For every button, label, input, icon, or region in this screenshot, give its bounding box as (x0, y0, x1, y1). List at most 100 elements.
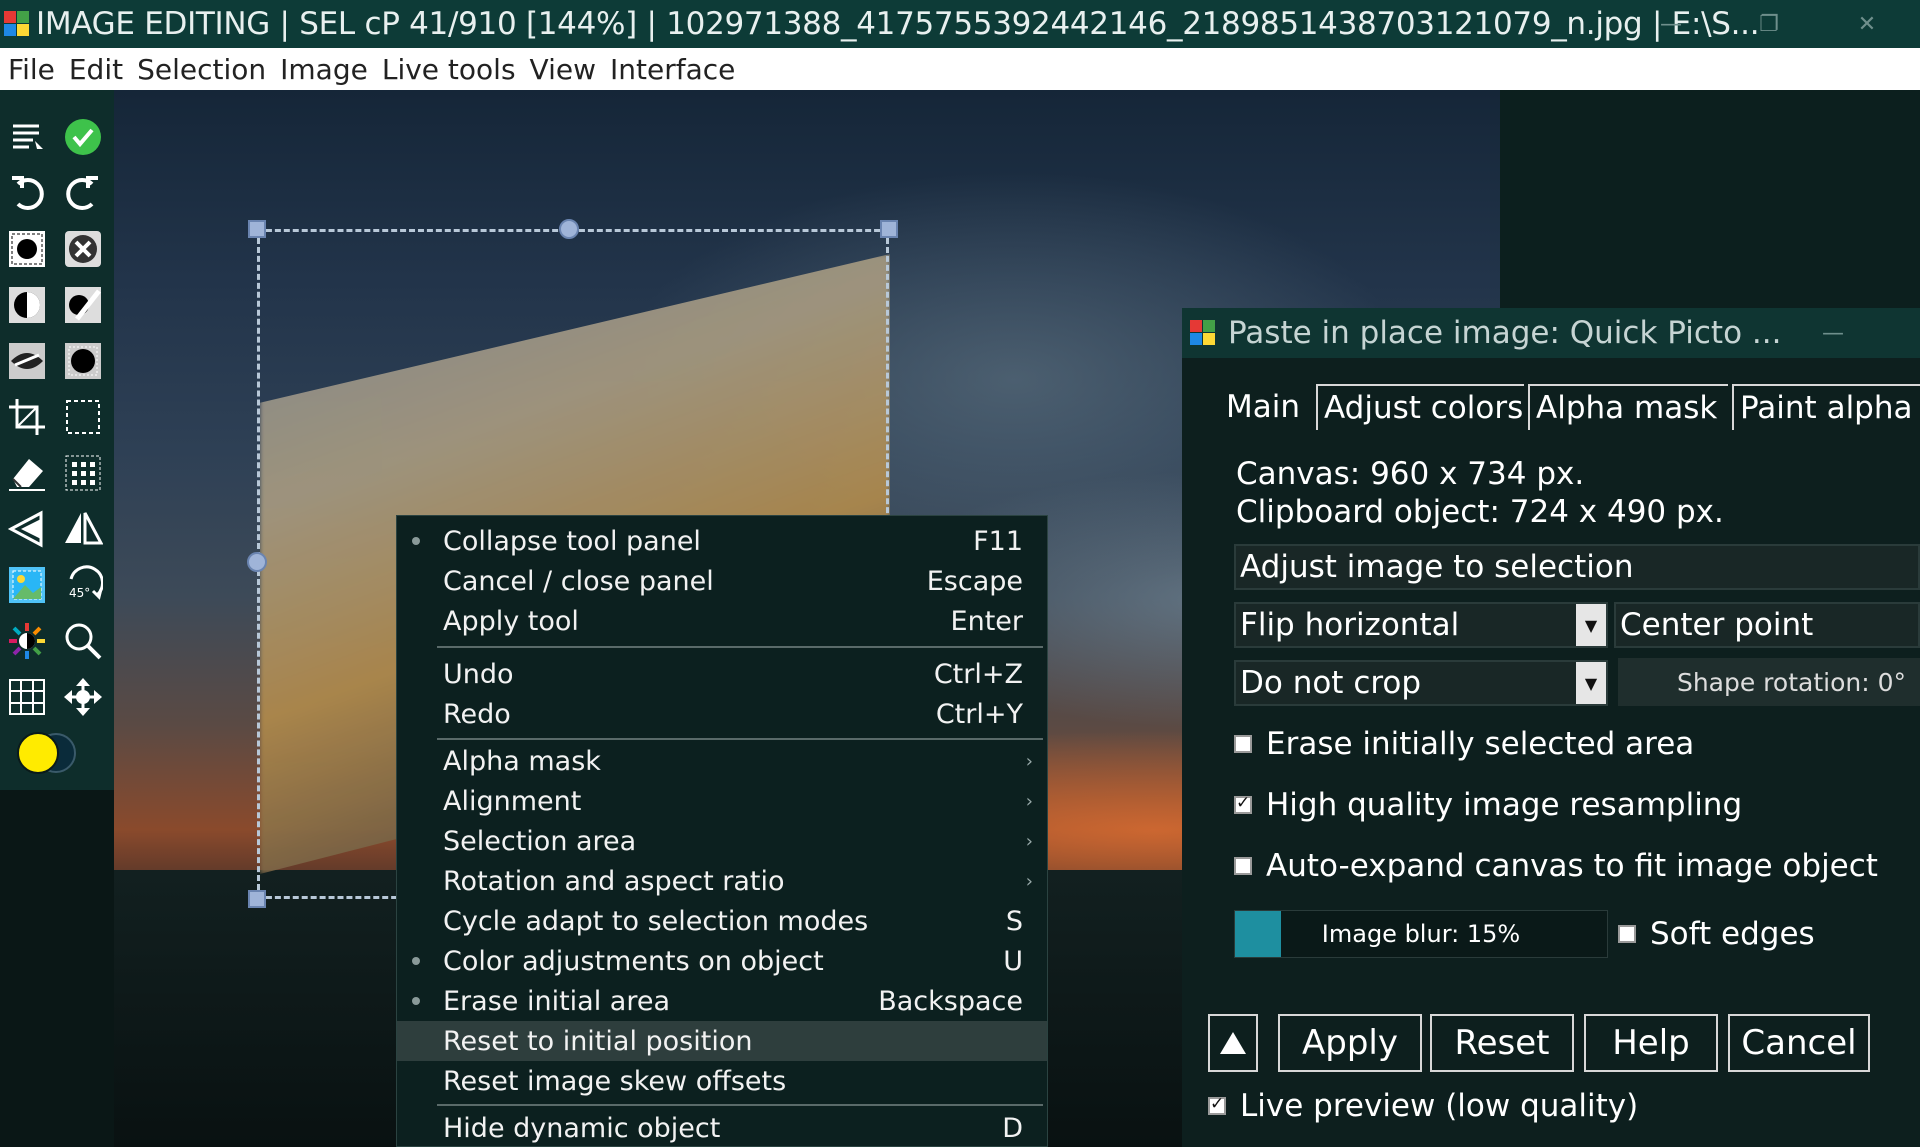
help-button[interactable]: Help (1584, 1014, 1718, 1072)
apply-button[interactable]: Apply (1278, 1014, 1422, 1072)
image-blur-slider[interactable]: Image blur: 15% (1234, 910, 1608, 958)
undo-icon[interactable] (4, 170, 50, 216)
menu-item-alignment[interactable]: Alignment › (397, 781, 1047, 821)
menu-item-rotation-aspect-ratio[interactable]: Rotation and aspect ratio › (397, 861, 1047, 901)
minimize-icon[interactable]: — (1626, 0, 1716, 48)
checkbox-box[interactable] (1208, 1094, 1226, 1115)
bullet-icon (412, 957, 420, 965)
toolbar-background (0, 790, 114, 1147)
live-preview-checkbox[interactable]: Live preview (low quality) (1208, 1088, 1638, 1124)
mirror-icon[interactable] (60, 506, 106, 552)
close-icon[interactable]: ✕ (1822, 0, 1912, 48)
auto-expand-canvas-checkbox[interactable]: Auto-expand canvas to fit image object (1234, 848, 1878, 884)
color-swatch-icon[interactable] (10, 730, 90, 776)
menu-item-cycle-adapt-modes[interactable]: Cycle adapt to selection modes S (397, 901, 1047, 941)
menu-item-collapse-tool-panel[interactable]: Collapse tool panel F11 (397, 521, 1047, 561)
menu-file[interactable]: File (8, 53, 55, 86)
adjust-mode-select[interactable]: Adjust image to selection (1234, 544, 1920, 590)
dialog-app-icon (1190, 320, 1216, 346)
chevron-down-icon[interactable]: ▼ (1576, 604, 1606, 646)
restore-icon[interactable]: ❐ (1724, 0, 1814, 48)
menu-view[interactable]: View (530, 53, 596, 86)
tab-alpha-mask[interactable]: Alpha mask (1528, 384, 1728, 430)
menu-item-apply-tool[interactable]: Apply tool Enter (397, 601, 1047, 641)
accept-check-icon[interactable] (60, 114, 106, 160)
selection-handle-bottom-left[interactable] (248, 890, 266, 908)
checkbox-label: Live preview (low quality) (1240, 1088, 1639, 1124)
grid-selection-icon[interactable] (60, 338, 106, 384)
tool-menu-icon[interactable] (4, 114, 50, 160)
picture-icon[interactable] (4, 562, 50, 608)
menu-selection[interactable]: Selection (137, 53, 266, 86)
tab-adjust-colors[interactable]: Adjust colors (1316, 384, 1524, 430)
mask-circle-icon[interactable] (4, 226, 50, 272)
chevron-right-icon: › (1025, 870, 1033, 892)
checkbox-label: Erase initially selected area (1266, 726, 1695, 762)
tab-main[interactable]: Main (1220, 384, 1310, 430)
zoom-icon[interactable] (60, 618, 106, 664)
menu-item-selection-area[interactable]: Selection area › (397, 821, 1047, 861)
checkbox-box[interactable] (1234, 735, 1252, 753)
erase-selected-area-checkbox[interactable]: Erase initially selected area (1234, 726, 1694, 762)
menu-item-erase-initial-area[interactable]: Erase initial area Backspace (397, 981, 1047, 1021)
chevron-right-icon: › (1025, 750, 1033, 772)
soft-edges-checkbox[interactable]: Soft edges (1618, 916, 1815, 952)
cancel-button[interactable]: Cancel (1728, 1014, 1870, 1072)
rect-select-icon[interactable] (60, 394, 106, 440)
dialog-title-bar[interactable]: Paste in place image: Quick Picto ... — (1182, 308, 1920, 358)
pivot-select[interactable]: Center point (1614, 602, 1920, 648)
eraser-icon[interactable] (4, 450, 50, 496)
eye-icon[interactable] (4, 338, 50, 384)
menu-item-shortcut: Escape (926, 565, 1023, 597)
menu-live-tools[interactable]: Live tools (382, 53, 516, 86)
menu-separator (437, 646, 1043, 648)
minimize-icon[interactable]: — (1822, 321, 1844, 346)
tab-paint-alpha[interactable]: Paint alpha m (1732, 384, 1920, 430)
rotate-45-icon[interactable]: 45° (60, 562, 106, 608)
menu-item-cancel-close-panel[interactable]: Cancel / close panel Escape (397, 561, 1047, 601)
menu-item-label: Cancel / close panel (443, 565, 714, 597)
contrast-icon[interactable] (4, 282, 50, 328)
checkbox-box[interactable] (1618, 925, 1636, 943)
crop-select[interactable]: Do not crop ▼ (1234, 660, 1608, 706)
menu-item-undo[interactable]: Undo Ctrl+Z (397, 654, 1047, 694)
menu-interface[interactable]: Interface (610, 53, 735, 86)
image-blur-label: Image blur: 15% (1321, 920, 1521, 948)
selection-handle-left[interactable] (247, 552, 267, 572)
menu-image[interactable]: Image (280, 53, 368, 86)
reset-button[interactable]: Reset (1430, 1014, 1574, 1072)
menu-item-shortcut: D (1002, 1112, 1023, 1144)
selection-handle-top[interactable] (559, 219, 579, 239)
flip-select[interactable]: Flip horizontal ▼ (1234, 602, 1608, 648)
checkbox-box[interactable] (1234, 793, 1252, 814)
menu-item-reset-skew-offsets[interactable]: Reset image skew offsets (397, 1061, 1047, 1101)
flip-horizontal-icon[interactable] (4, 506, 50, 552)
high-quality-resampling-checkbox[interactable]: High quality image resampling (1234, 787, 1742, 823)
crop-icon[interactable] (4, 394, 50, 440)
selection-handle-top-right[interactable] (880, 220, 898, 238)
menu-separator (437, 738, 1043, 740)
menu-item-label: Apply tool (443, 605, 579, 637)
menu-item-reset-initial-position[interactable]: Reset to initial position (397, 1021, 1047, 1061)
checkbox-box[interactable] (1234, 857, 1252, 875)
menu-edit[interactable]: Edit (69, 53, 123, 86)
menu-separator (437, 1104, 1043, 1106)
magic-grid-icon[interactable] (60, 450, 106, 496)
redo-icon[interactable] (60, 170, 106, 216)
menu-item-label: Rotation and aspect ratio (443, 865, 785, 897)
grid-icon[interactable] (4, 674, 50, 720)
menu-item-hide-dynamic-object[interactable]: Hide dynamic object D (397, 1108, 1047, 1147)
dialog-tabs: Main Adjust colors Alpha mask Paint alph… (1182, 384, 1920, 434)
color-wheel-icon[interactable] (4, 618, 50, 664)
menu-item-color-adjustments[interactable]: Color adjustments on object U (397, 941, 1047, 981)
menu-item-alpha-mask[interactable]: Alpha mask › (397, 741, 1047, 781)
chevron-down-icon[interactable]: ▼ (1576, 662, 1606, 704)
menu-item-label: Undo (443, 658, 514, 690)
brush-icon[interactable] (60, 282, 106, 328)
cancel-x-icon[interactable] (60, 226, 106, 272)
menu-item-redo[interactable]: Redo Ctrl+Y (397, 694, 1047, 734)
triangle-up-icon[interactable] (1208, 1014, 1258, 1072)
selection-handle-top-left[interactable] (248, 220, 266, 238)
shape-rotation-slider[interactable]: Shape rotation: 0° (1618, 658, 1920, 706)
move-icon[interactable] (60, 674, 106, 720)
